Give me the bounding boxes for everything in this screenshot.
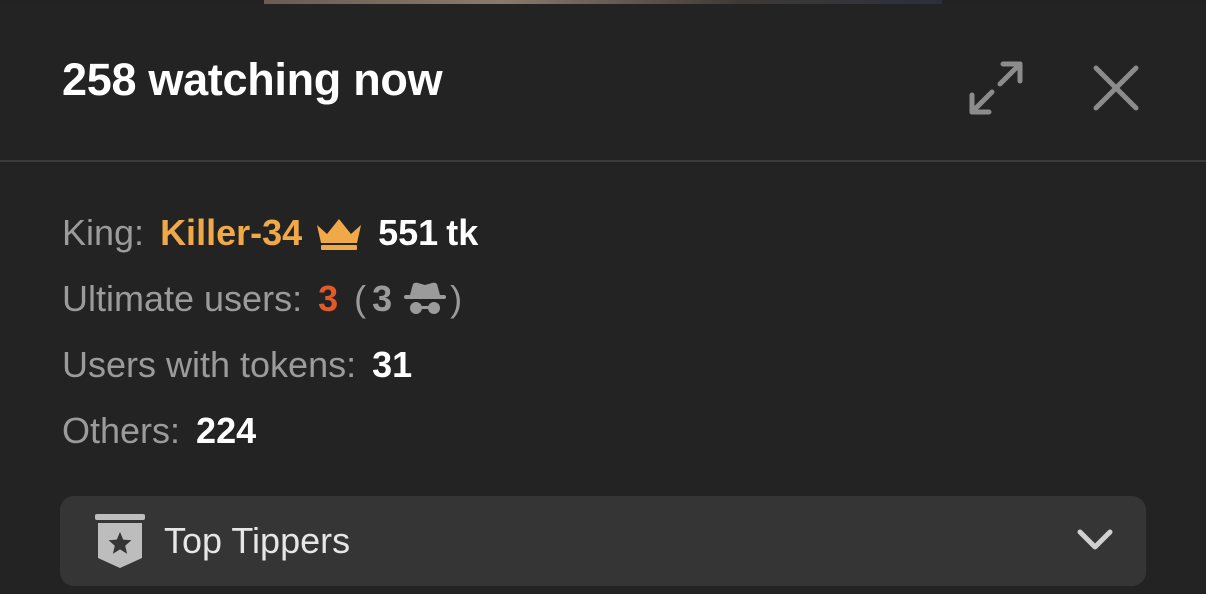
others-row: Others: 224 [62, 398, 478, 464]
king-row: King: Killer-34 551 tk [62, 200, 478, 266]
crown-icon [317, 219, 362, 250]
incognito-count: 3 [372, 278, 393, 319]
token-unit: tk [446, 212, 479, 253]
king-tip-amount: 551 [378, 212, 439, 253]
king-username[interactable]: Killer-34 [160, 212, 302, 254]
star-badge-icon [95, 514, 145, 568]
others-count: 224 [196, 410, 257, 451]
users-with-tokens-label: Users with tokens: [62, 344, 357, 385]
chevron-down-icon [1077, 529, 1113, 550]
viewers-panel: 258 watching now King: Killer-34 551 tk … [0, 4, 1206, 594]
users-with-tokens-count: 31 [372, 344, 413, 385]
users-with-tokens-row: Users with tokens: 31 [62, 332, 478, 398]
top-tippers-dropdown[interactable]: Top Tippers [60, 496, 1146, 586]
ultimate-users-label: Ultimate users: [62, 278, 303, 319]
incognito-spy-icon [404, 282, 447, 314]
close-button[interactable] [1090, 62, 1142, 114]
dropdown-label: Top Tippers [164, 520, 351, 561]
viewer-stats: King: Killer-34 551 tk Ultimate users: 3… [62, 200, 478, 464]
panel-header: 258 watching now [0, 4, 1206, 162]
ultimate-users-count: 3 [318, 278, 339, 319]
page-title: 258 watching now [62, 54, 443, 105]
others-label: Others: [62, 410, 181, 451]
king-label: King: [62, 212, 145, 253]
close-paren: ) [450, 278, 463, 319]
ultimate-users-row: Ultimate users: 3 ( 3 ) [62, 266, 478, 332]
expand-arrows-icon [969, 61, 1023, 115]
expand-button[interactable] [966, 58, 1026, 118]
close-x-icon [1093, 65, 1139, 111]
open-paren: ( [354, 278, 367, 319]
